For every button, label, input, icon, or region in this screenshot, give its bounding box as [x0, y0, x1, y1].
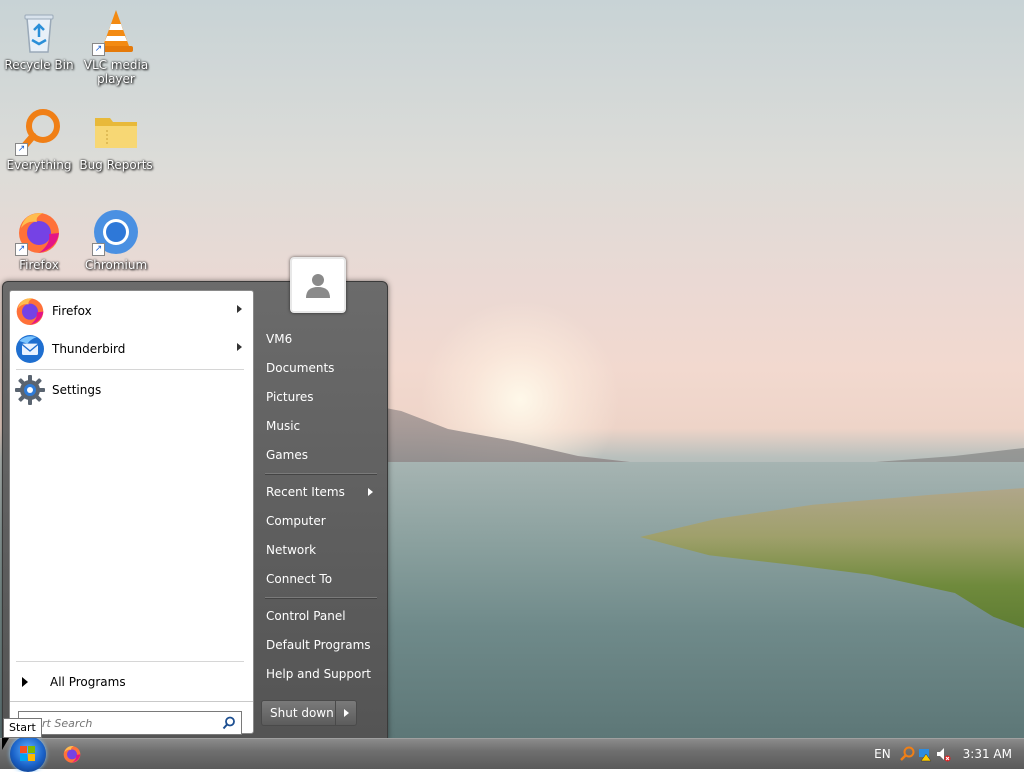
- all-programs-button[interactable]: All Programs: [20, 671, 248, 693]
- search-separator: [10, 701, 253, 702]
- shortcut-arrow-icon: ↗: [92, 43, 105, 56]
- submenu-arrow-icon: [237, 305, 242, 313]
- places-item-pictures[interactable]: Pictures: [261, 386, 379, 408]
- places-item-default-programs[interactable]: Default Programs: [261, 634, 379, 656]
- places-separator: [265, 597, 377, 599]
- all-programs-separator: [16, 661, 244, 662]
- desktop-icon-label: Bug Reports: [79, 158, 153, 172]
- desktop-icon-label: Everything: [6, 158, 72, 172]
- desktop-icon-recycle-bin[interactable]: Recycle Bin: [1, 8, 77, 72]
- desktop-icon-vlc[interactable]: ↗ VLC media player: [78, 8, 154, 86]
- shutdown-label: Shut down: [270, 706, 334, 720]
- firefox-icon: ↗: [15, 208, 63, 256]
- places-item-connect-to[interactable]: Connect To: [261, 568, 379, 590]
- pinned-item-label: Thunderbird: [52, 342, 126, 356]
- shortcut-arrow-icon: ↗: [15, 143, 28, 156]
- start-search-box[interactable]: [18, 711, 242, 735]
- gear-icon: [14, 374, 46, 406]
- places-item-user[interactable]: VM6: [261, 328, 379, 350]
- pinned-item-label: Settings: [52, 383, 102, 397]
- desktop-icon-bug-reports[interactable]: Bug Reports: [78, 108, 154, 172]
- places-item-control-panel[interactable]: Control Panel: [261, 605, 379, 627]
- shortcut-arrow-icon: ↗: [92, 243, 105, 256]
- places-item-computer[interactable]: Computer: [261, 510, 379, 532]
- expand-arrow-icon: [22, 677, 28, 687]
- desktop-icon-label: Chromium: [84, 258, 148, 272]
- places-item-music[interactable]: Music: [261, 415, 379, 437]
- shutdown-button[interactable]: Shut down: [261, 700, 357, 726]
- thunderbird-icon: [14, 333, 46, 365]
- places-item-documents[interactable]: Documents: [261, 357, 379, 379]
- submenu-arrow-icon: [368, 488, 373, 496]
- all-programs-label: All Programs: [50, 675, 126, 689]
- desktop-icon-label: Firefox: [19, 258, 59, 272]
- language-indicator[interactable]: EN: [874, 747, 891, 761]
- recycle-bin-icon: [15, 8, 63, 56]
- taskbar-clock[interactable]: 3:31 AM: [963, 747, 1012, 761]
- start-menu: Firefox Thunderbird Settings All Program…: [2, 281, 388, 740]
- desktop-icon-everything[interactable]: ↗ Everything: [1, 108, 77, 172]
- mouse-cursor-icon: [2, 738, 9, 750]
- desktop-icon-label: VLC media player: [83, 58, 149, 86]
- search-icon[interactable]: [222, 716, 236, 730]
- pinned-item-label: Firefox: [52, 304, 92, 318]
- places-item-help-support[interactable]: Help and Support: [261, 663, 379, 685]
- start-menu-places-pane: VM6 Documents Pictures Music Games Recen…: [255, 282, 385, 737]
- network-warning-icon[interactable]: [917, 746, 933, 762]
- pinned-item-thunderbird[interactable]: Thunderbird: [14, 332, 250, 366]
- taskbar-firefox-button[interactable]: [62, 744, 82, 764]
- vlc-cone-icon: ↗: [92, 8, 140, 56]
- chromium-icon: ↗: [92, 208, 140, 256]
- start-button[interactable]: [10, 736, 46, 772]
- taskbar: EN 3:31 AM: [0, 736, 1024, 772]
- folder-icon: [92, 108, 140, 156]
- arrow-right-icon: [343, 709, 349, 717]
- pinned-item-settings[interactable]: Settings: [14, 373, 250, 407]
- system-tray: EN 3:31 AM: [874, 739, 1024, 769]
- user-account-picture[interactable]: [290, 257, 346, 313]
- everything-tray-icon[interactable]: [899, 746, 915, 762]
- desktop-icon-firefox[interactable]: ↗ Firefox: [1, 208, 77, 272]
- places-item-recent-items[interactable]: Recent Items: [261, 481, 379, 503]
- desktop-icon-chromium[interactable]: ↗ Chromium: [78, 208, 154, 272]
- places-item-games[interactable]: Games: [261, 444, 379, 466]
- recent-items-label: Recent Items: [266, 485, 345, 499]
- firefox-icon: [14, 295, 46, 327]
- windows-flag-icon: [20, 746, 36, 762]
- submenu-arrow-icon: [237, 343, 242, 351]
- places-item-network[interactable]: Network: [261, 539, 379, 561]
- pinned-item-firefox[interactable]: Firefox: [14, 294, 250, 328]
- places-separator: [265, 473, 377, 475]
- firefox-icon: [63, 746, 81, 763]
- user-avatar-icon: [306, 274, 330, 298]
- shortcut-arrow-icon: ↗: [15, 243, 28, 256]
- start-search-input[interactable]: [19, 713, 222, 733]
- shutdown-options-button[interactable]: [335, 701, 356, 725]
- start-menu-programs-pane: Firefox Thunderbird Settings All Program…: [9, 290, 254, 735]
- desktop-icon-label: Recycle Bin: [4, 58, 74, 72]
- start-tooltip: Start: [3, 718, 42, 738]
- pinned-separator: [16, 369, 244, 370]
- everything-search-icon: ↗: [15, 108, 63, 156]
- volume-muted-icon[interactable]: [935, 746, 951, 762]
